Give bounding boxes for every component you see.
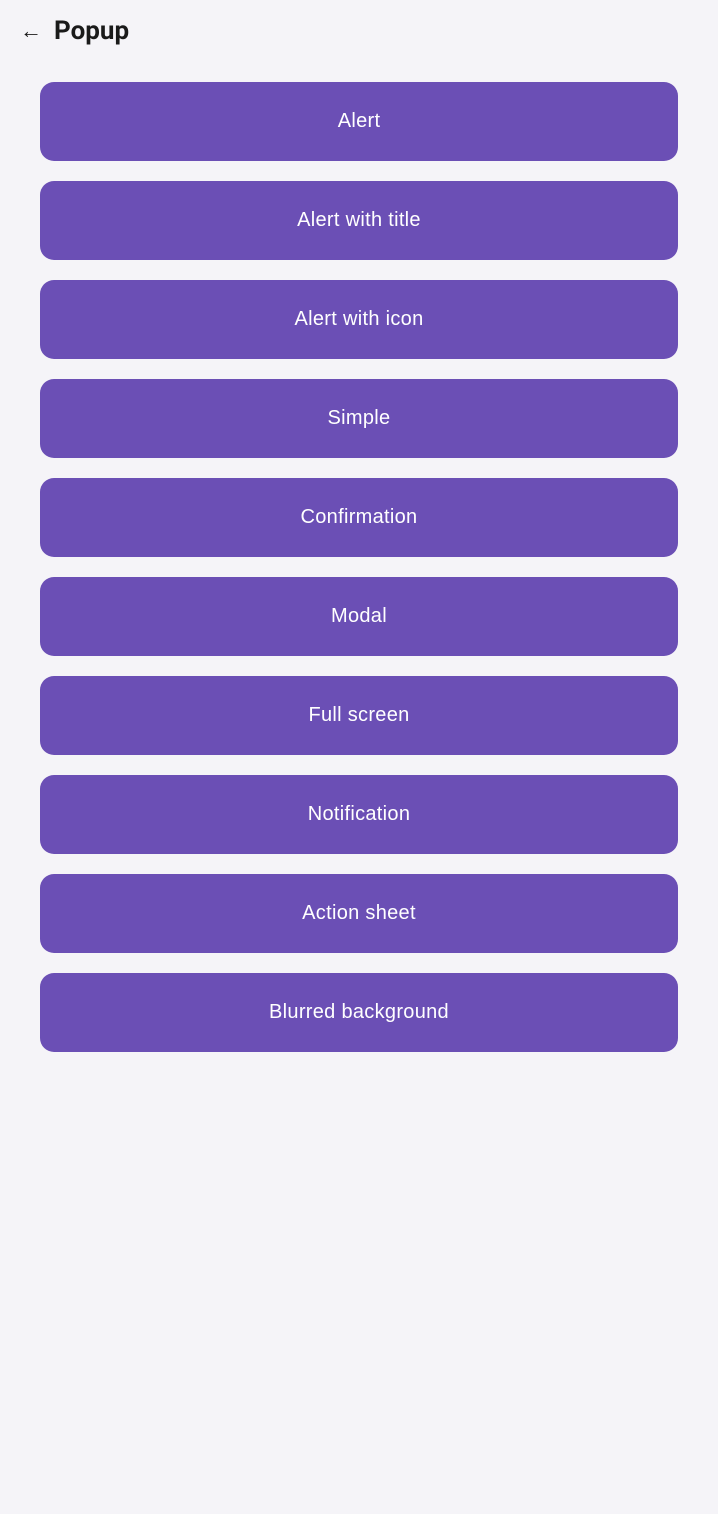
- alert-with-icon-button[interactable]: Alert with icon: [40, 280, 678, 359]
- header: ← Popup: [0, 0, 718, 62]
- confirmation-button[interactable]: Confirmation: [40, 478, 678, 557]
- notification-button[interactable]: Notification: [40, 775, 678, 854]
- alert-button[interactable]: Alert: [40, 82, 678, 161]
- back-button[interactable]: ←: [20, 18, 42, 44]
- blurred-background-button[interactable]: Blurred background: [40, 973, 678, 1052]
- button-list: Alert Alert with title Alert with icon Simp…: [0, 62, 718, 1072]
- simple-button[interactable]: Simple: [40, 379, 678, 458]
- page-title: Popup: [54, 16, 129, 46]
- modal-button[interactable]: Modal: [40, 577, 678, 656]
- alert-with-title-button[interactable]: Alert with title: [40, 181, 678, 260]
- full-screen-button[interactable]: Full screen: [40, 676, 678, 755]
- action-sheet-button[interactable]: Action sheet: [40, 874, 678, 953]
